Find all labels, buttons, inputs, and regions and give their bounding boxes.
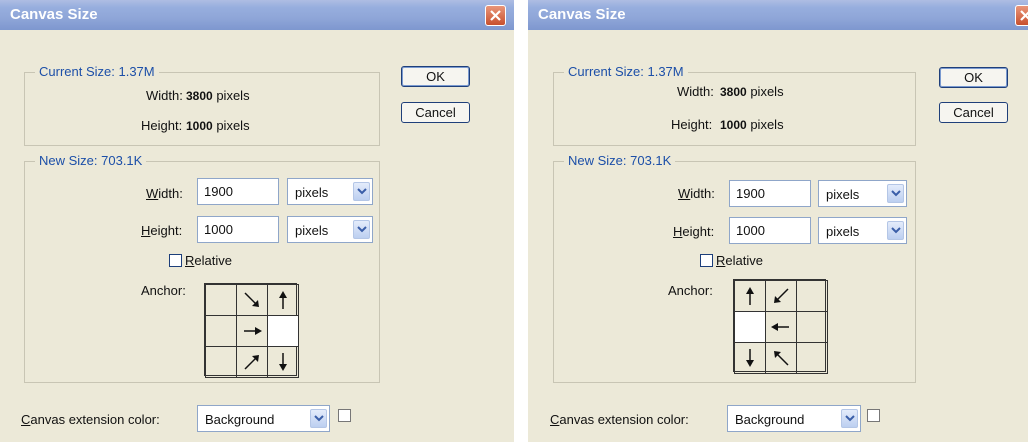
extension-color-label: Canvas extension color: <box>550 412 689 427</box>
anchor-cell-middle-center[interactable] <box>764 310 797 343</box>
relative-label: Relative <box>185 253 232 268</box>
width-unit-value: pixels <box>295 185 329 200</box>
title-bar[interactable]: Canvas Size <box>0 0 514 30</box>
width-unit-select[interactable]: pixels <box>287 178 373 205</box>
extension-color-swatch[interactable] <box>867 409 880 422</box>
anchor-cell-middle-right[interactable] <box>795 310 828 343</box>
new-size-legend: New Size: 703.1K <box>564 153 676 168</box>
current-width-label: Width: <box>677 84 714 99</box>
canvas-size-dialog-2: Canvas Size Current Size: 1.37M Width: 3… <box>528 0 1028 442</box>
anchor-cell-top-center[interactable] <box>764 279 797 312</box>
arrow-down-left-icon <box>773 287 789 303</box>
current-height-value: 1000 pixels <box>720 117 784 132</box>
current-size-legend: Current Size: 1.37M <box>35 64 159 79</box>
anchor-grid[interactable] <box>204 283 299 378</box>
extension-color-select[interactable]: Background <box>197 405 330 432</box>
relative-checkbox[interactable] <box>700 254 713 267</box>
height-unit-select[interactable]: pixels <box>287 216 373 243</box>
width-input[interactable]: 1900 <box>197 178 279 205</box>
extension-color-value: Background <box>735 412 805 427</box>
close-icon <box>490 10 501 21</box>
anchor-cell-middle-center[interactable] <box>235 314 268 347</box>
arrow-down-icon <box>278 352 287 371</box>
current-width-value: 3800 pixels <box>720 84 784 99</box>
current-height-value: 1000 pixels <box>186 118 250 133</box>
dialog-title: Canvas Size <box>10 6 98 23</box>
dialog-title: Canvas Size <box>538 6 626 23</box>
anchor-cell-bottom-left[interactable] <box>204 345 237 378</box>
new-width-label: Width: <box>678 186 715 201</box>
anchor-cell-top-left[interactable] <box>204 283 237 316</box>
dropdown-arrow-icon <box>887 221 904 240</box>
new-height-label: Height: <box>673 224 715 239</box>
arrow-up-icon <box>745 286 754 305</box>
anchor-cell-bottom-left[interactable] <box>733 341 766 374</box>
ok-button[interactable]: OK <box>401 66 470 87</box>
dropdown-arrow-icon <box>310 409 327 428</box>
current-size-group: Current Size: 1.37M <box>24 64 380 146</box>
cancel-button[interactable]: Cancel <box>401 102 470 123</box>
arrow-left-icon <box>770 322 789 331</box>
arrow-up-left-icon <box>773 350 789 366</box>
anchor-label: Anchor: <box>668 283 713 298</box>
dropdown-arrow-icon <box>841 409 858 428</box>
anchor-cell-bottom-center[interactable] <box>235 345 268 378</box>
current-size-legend: Current Size: 1.37M <box>564 64 688 79</box>
arrow-right-icon <box>243 326 262 335</box>
anchor-cell-middle-left-selected[interactable] <box>733 310 766 343</box>
anchor-cell-top-left[interactable] <box>733 279 766 312</box>
anchor-cell-top-right[interactable] <box>795 279 828 312</box>
arrow-up-icon <box>278 290 287 309</box>
height-input[interactable]: 1000 <box>197 216 279 243</box>
anchor-label: Anchor: <box>141 283 186 298</box>
arrow-up-right-icon <box>243 354 259 370</box>
anchor-cell-top-center[interactable] <box>235 283 268 316</box>
canvas-size-dialog-1: Canvas Size Current Size: 1.37M Width: 3… <box>0 0 514 442</box>
height-input[interactable]: 1000 <box>729 217 811 244</box>
close-icon <box>1020 10 1028 21</box>
anchor-cell-top-right[interactable] <box>266 283 299 316</box>
close-button[interactable] <box>485 5 506 26</box>
new-height-label: Height: <box>141 223 183 238</box>
current-width-value: 3800 pixels <box>186 88 250 103</box>
current-width-label: Width: <box>146 88 183 103</box>
width-unit-select[interactable]: pixels <box>818 180 907 207</box>
height-unit-value: pixels <box>295 223 329 238</box>
dropdown-arrow-icon <box>887 184 904 203</box>
anchor-grid[interactable] <box>733 279 828 374</box>
height-unit-select[interactable]: pixels <box>818 217 907 244</box>
extension-color-swatch[interactable] <box>338 409 351 422</box>
anchor-cell-middle-right-selected[interactable] <box>266 314 299 347</box>
cancel-button[interactable]: Cancel <box>939 102 1008 123</box>
height-unit-value: pixels <box>826 224 860 239</box>
anchor-cell-bottom-right[interactable] <box>795 341 828 374</box>
arrow-down-right-icon <box>243 291 259 307</box>
extension-color-value: Background <box>205 412 275 427</box>
new-size-legend: New Size: 703.1K <box>35 153 147 168</box>
anchor-cell-bottom-right[interactable] <box>266 345 299 378</box>
width-unit-value: pixels <box>826 187 860 202</box>
extension-color-label: Canvas extension color: <box>21 412 160 427</box>
ok-button[interactable]: OK <box>939 67 1008 88</box>
close-button[interactable] <box>1015 5 1028 26</box>
new-width-label: Width: <box>146 186 183 201</box>
current-height-label: Height: <box>141 118 183 133</box>
anchor-cell-middle-left[interactable] <box>204 314 237 347</box>
anchor-cell-bottom-center[interactable] <box>764 341 797 374</box>
dropdown-arrow-icon <box>353 182 370 201</box>
dropdown-arrow-icon <box>353 220 370 239</box>
title-bar[interactable]: Canvas Size <box>528 0 1028 30</box>
relative-label: Relative <box>716 253 763 268</box>
width-input[interactable]: 1900 <box>729 180 811 207</box>
extension-color-select[interactable]: Background <box>727 405 861 432</box>
relative-checkbox[interactable] <box>169 254 182 267</box>
arrow-down-icon <box>745 348 754 367</box>
current-height-label: Height: <box>671 117 713 132</box>
